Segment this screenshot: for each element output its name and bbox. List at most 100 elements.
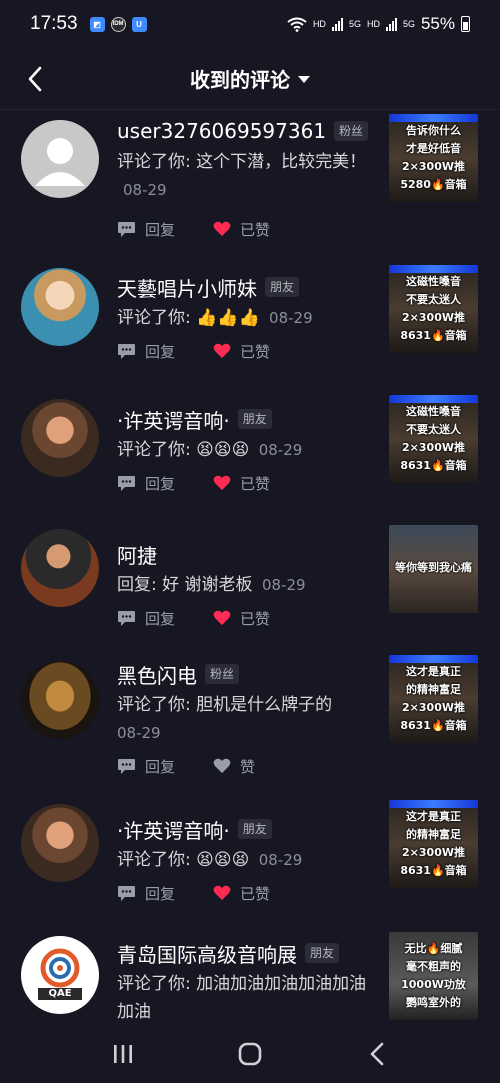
battery-percent: 55% bbox=[420, 14, 455, 33]
avatar[interactable] bbox=[21, 661, 99, 739]
reply-button[interactable]: 回复 bbox=[117, 341, 175, 362]
back-arrow-icon bbox=[370, 1042, 383, 1066]
network-label-1: 5G bbox=[348, 19, 361, 29]
like-button[interactable]: 已赞 bbox=[213, 608, 270, 629]
comment-date: 08-29 bbox=[261, 576, 306, 594]
comment-item[interactable]: 天藝唱片小师妹 朋友 评论了你: 👍👍👍 08-29 回复 已赞 这磁性嗓音 不… bbox=[0, 265, 500, 385]
comment-item[interactable]: 阿捷 回复: 好 谢谢老板 08-29 回复 已赞 等你等到我心痛 bbox=[0, 525, 500, 645]
comment-list[interactable]: user3276069597361 粉丝 评论了你: 这个下潜，比较完美！ 08… bbox=[0, 110, 500, 1025]
home-icon bbox=[238, 1042, 262, 1066]
comment-date: 08-29 bbox=[269, 309, 313, 327]
reply-label: 回复 bbox=[145, 474, 176, 493]
comment-date: 08-29 bbox=[123, 181, 167, 199]
status-bar: 17:53 ◩ IDM U HD 5G HD 5G 55% bbox=[0, 0, 500, 48]
comment-text-block: 评论了你: 加油加油加油加油加油加油 08-29 bbox=[117, 970, 375, 1025]
thumbnail-caption: 告诉你什么 才是好低音 2×300W推 5280🔥音箱 bbox=[400, 124, 467, 191]
reply-label: 回复 bbox=[145, 609, 176, 628]
comment-text-block: 评论了你: 👍👍👍 08-29 bbox=[117, 304, 375, 332]
comment-item[interactable]: ·许英谔音响· 朋友 评论了你: 😫😫😫 08-29 回复 已赞 这磁性嗓音 不… bbox=[0, 395, 500, 515]
relation-badge: 粉丝 bbox=[205, 664, 240, 684]
comment-item[interactable]: user3276069597361 粉丝 评论了你: 这个下潜，比较完美！ 08… bbox=[0, 110, 500, 246]
like-button[interactable]: 已赞 bbox=[213, 473, 270, 494]
heart-filled-icon bbox=[213, 475, 231, 490]
comment-bubble-icon bbox=[118, 221, 135, 237]
recent-apps-button[interactable] bbox=[103, 1034, 143, 1074]
relation-badge: 粉丝 bbox=[334, 121, 369, 141]
comment-text-block: 评论了你: 😫😫😫 08-29 bbox=[117, 846, 375, 874]
thumbnail-banner bbox=[389, 395, 478, 403]
liked-label: 已赞 bbox=[240, 884, 271, 903]
video-thumbnail[interactable]: 这才是真正 的精神富足 2×300W推 8631🔥音箱 bbox=[389, 800, 478, 888]
thumbnail-banner bbox=[389, 114, 478, 122]
video-thumbnail[interactable]: 等你等到我心痛 bbox=[389, 525, 478, 613]
system-back-button[interactable] bbox=[357, 1034, 397, 1074]
wifi-icon bbox=[287, 17, 307, 32]
comment-bubble-icon bbox=[118, 343, 135, 359]
reply-label: 回复 bbox=[145, 884, 176, 903]
liked-label: 已赞 bbox=[240, 342, 271, 361]
user-name[interactable]: 天藝唱片小师妹 bbox=[117, 273, 257, 302]
comment-bubble-icon bbox=[118, 758, 135, 774]
comment-date: 08-29 bbox=[258, 851, 303, 869]
user-name[interactable]: ·许英谔音响· bbox=[117, 405, 230, 434]
relation-badge: 朋友 bbox=[237, 819, 272, 839]
liked-label: 已赞 bbox=[240, 220, 271, 239]
comment-text: 评论了你: 胆机是什么牌子的 bbox=[117, 695, 333, 715]
user-name[interactable]: user3276069597361 bbox=[117, 119, 326, 143]
reply-button[interactable]: 回复 bbox=[117, 883, 175, 904]
comment-item[interactable]: ·许英谔音响· 朋友 评论了你: 😫😫😫 08-29 回复 已赞 这才是真正 的… bbox=[0, 800, 500, 920]
thumbnail-banner bbox=[389, 265, 478, 273]
back-button[interactable] bbox=[20, 60, 50, 98]
thumbnail-caption: 这磁性嗓音 不要太迷人 2×300W推 8631🔥音箱 bbox=[400, 275, 467, 342]
thumbnail-caption: 这磁性嗓音 不要太迷人 2×300W推 8631🔥音箱 bbox=[400, 405, 467, 472]
reply-button[interactable]: 回复 bbox=[117, 219, 175, 240]
home-button[interactable] bbox=[230, 1034, 270, 1074]
like-button[interactable]: 已赞 bbox=[213, 219, 270, 240]
comment-bubble-icon bbox=[118, 885, 135, 901]
comment-text: 回复: 好 谢谢老板 bbox=[117, 575, 253, 595]
reply-button[interactable]: 回复 bbox=[117, 756, 175, 777]
reply-button[interactable]: 回复 bbox=[117, 473, 175, 494]
reply-button[interactable]: 回复 bbox=[117, 608, 175, 629]
header: 收到的评论 bbox=[0, 48, 500, 110]
like-button[interactable]: 已赞 bbox=[213, 341, 270, 362]
like-button[interactable]: 赞 bbox=[213, 756, 255, 777]
status-time: 17:53 bbox=[30, 13, 78, 34]
user-name[interactable]: ·许英谔音响· bbox=[117, 815, 230, 844]
comment-item[interactable]: QAE 青岛国际高级音响展 朋友 评论了你: 加油加油加油加油加油加油 08-2… bbox=[0, 930, 500, 1025]
page-title: 收到的评论 bbox=[190, 68, 290, 92]
user-name[interactable]: 阿捷 bbox=[117, 540, 157, 569]
comment-item[interactable]: 黑色闪电 粉丝 评论了你: 胆机是什么牌子的 08-29 回复 赞 这才是真正 bbox=[0, 655, 500, 790]
heart-filled-icon bbox=[213, 610, 231, 625]
avatar[interactable] bbox=[21, 120, 99, 198]
video-thumbnail[interactable]: 这才是真正 的精神富足 2×300W推 8631🔥音箱 bbox=[389, 655, 478, 743]
thumbnail-banner bbox=[389, 800, 478, 808]
video-thumbnail[interactable]: 这磁性嗓音 不要太迷人 2×300W推 8631🔥音箱 bbox=[389, 265, 478, 353]
reply-label: 回复 bbox=[145, 342, 176, 361]
video-thumbnail[interactable]: 告诉你什么 才是好低音 2×300W推 5280🔥音箱 bbox=[389, 114, 478, 202]
battery-icon bbox=[461, 16, 470, 32]
avatar[interactable]: QAE bbox=[21, 936, 99, 1014]
avatar[interactable] bbox=[21, 399, 99, 477]
relation-badge: 朋友 bbox=[265, 277, 300, 297]
like-button[interactable]: 已赞 bbox=[213, 883, 270, 904]
user-name[interactable]: 青岛国际高级音响展 bbox=[117, 939, 297, 968]
chevron-left-icon bbox=[28, 66, 42, 92]
comment-text-block: 评论了你: 这个下潜，比较完美！ 08-29 bbox=[117, 148, 375, 204]
network-label-2: 5G bbox=[402, 19, 415, 29]
hd-label-1: HD bbox=[312, 19, 326, 29]
system-nav-bar bbox=[0, 1025, 500, 1083]
like-label: 赞 bbox=[240, 757, 256, 776]
avatar[interactable] bbox=[21, 268, 99, 346]
signal-icon-1 bbox=[331, 17, 343, 31]
video-thumbnail[interactable]: 这磁性嗓音 不要太迷人 2×300W推 8631🔥音箱 bbox=[389, 395, 478, 483]
comment-text: 评论了你: 这个下潜，比较完美！ bbox=[117, 152, 367, 172]
signal-icon-2 bbox=[385, 17, 397, 31]
comment-text: 评论了你: 👍👍👍 bbox=[117, 308, 260, 328]
video-thumbnail[interactable]: 无比🔥细腻 毫不粗声的 1000W功放 鹦鸣室外的 bbox=[389, 932, 478, 1020]
thumbnail-caption: 这才是真正 的精神富足 2×300W推 8631🔥音箱 bbox=[400, 810, 467, 877]
header-title-dropdown[interactable]: 收到的评论 bbox=[190, 64, 310, 93]
avatar[interactable] bbox=[21, 804, 99, 882]
user-name[interactable]: 黑色闪电 bbox=[117, 660, 197, 689]
avatar[interactable] bbox=[21, 529, 99, 607]
